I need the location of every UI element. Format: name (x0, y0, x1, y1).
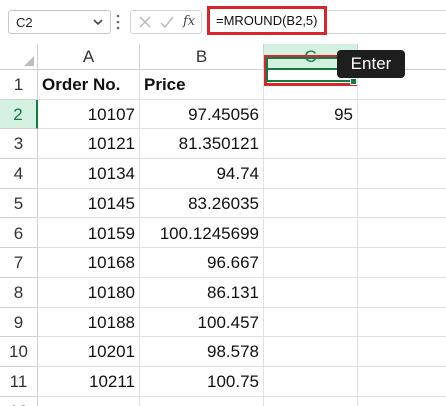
cell-c6[interactable] (264, 218, 358, 249)
cell-d10[interactable] (358, 337, 446, 367)
cell-d2[interactable] (358, 100, 446, 130)
row-header-11[interactable]: 11 (0, 367, 38, 397)
cell-b6[interactable]: 100.1245699 (140, 218, 264, 249)
cancel-icon[interactable] (137, 14, 153, 30)
row-header-7[interactable]: 7 (0, 248, 38, 278)
row-header-3[interactable]: 3 (0, 129, 38, 160)
cell-a4[interactable]: 10134 (38, 159, 140, 189)
row-header-5[interactable]: 5 (0, 188, 38, 219)
select-all-button[interactable] (0, 44, 38, 70)
cell-b2[interactable]: 97.45056 (140, 99, 264, 130)
column-header-b[interactable]: B (140, 44, 264, 70)
check-icon[interactable] (159, 14, 175, 30)
cell-a8[interactable]: 10180 (38, 277, 140, 308)
cell-b10[interactable]: 98.578 (140, 337, 264, 367)
cell-d3[interactable] (358, 129, 446, 160)
formula-input-extension[interactable] (327, 10, 446, 34)
formula-text: =MROUND(B2,5) (216, 13, 318, 28)
cell-a10[interactable]: 10201 (38, 337, 140, 367)
cell-a3[interactable]: 10121 (38, 129, 140, 160)
cell-c12[interactable] (264, 396, 358, 406)
cell-a1[interactable]: Order No. (38, 70, 140, 100)
cell-d8[interactable] (358, 278, 446, 308)
cell-c7[interactable] (264, 248, 358, 278)
cell-d6[interactable] (358, 219, 446, 249)
cell-a5[interactable]: 10145 (38, 188, 140, 219)
cell-a6[interactable]: 10159 (38, 218, 140, 249)
row-header-10[interactable]: 10 (0, 337, 38, 367)
cell-a2[interactable]: 10107 (38, 99, 140, 130)
cell-b4[interactable]: 94.74 (140, 159, 264, 189)
cell-b7[interactable]: 96.667 (140, 248, 264, 278)
row-header-2[interactable]: 2 (0, 99, 38, 130)
cell-c5[interactable] (264, 188, 358, 219)
cell-c8[interactable] (264, 277, 358, 308)
cell-d9[interactable] (358, 308, 446, 338)
cell-d11[interactable] (358, 367, 446, 397)
spreadsheet-grid: A B C 1 Order No. Price 2 10107 97.45056 95 3 10121… (0, 44, 446, 406)
fill-handle[interactable] (350, 78, 357, 85)
row-header-9[interactable]: 9 (0, 307, 38, 338)
cell-c2[interactable]: 95 (264, 99, 358, 130)
cell-c4[interactable] (264, 159, 358, 189)
row-header-8[interactable]: 8 (0, 277, 38, 308)
formula-input[interactable]: =MROUND(B2,5) (207, 6, 327, 35)
cell-c9[interactable] (264, 307, 358, 338)
row-header-12[interactable]: 12 (0, 396, 38, 406)
insert-function-button[interactable]: fx (183, 14, 195, 29)
row-header-4[interactable]: 4 (0, 159, 38, 189)
row-header-6[interactable]: 6 (0, 218, 38, 249)
cell-b5[interactable]: 83.26035 (140, 188, 264, 219)
chevron-down-icon[interactable] (90, 14, 106, 30)
cell-a11[interactable]: 10211 (38, 367, 140, 397)
cell-c3[interactable] (264, 129, 358, 160)
cell-d5[interactable] (358, 189, 446, 219)
cell-b3[interactable]: 81.350121 (140, 129, 264, 160)
name-box-value: C2 (16, 15, 33, 30)
select-all-triangle-icon (24, 56, 34, 66)
column-header-a[interactable]: A (38, 44, 140, 70)
cell-d12[interactable] (358, 397, 446, 406)
cell-a12[interactable] (38, 396, 140, 406)
drag-handle-icon[interactable] (116, 13, 120, 31)
cell-c11[interactable] (264, 367, 358, 397)
name-box[interactable]: C2 (8, 10, 111, 34)
row-header-1[interactable]: 1 (0, 70, 38, 100)
cell-b9[interactable]: 100.457 (140, 307, 264, 338)
cell-b11[interactable]: 100.75 (140, 367, 264, 397)
formula-bar: C2 fx =MROUND(B2,5) (0, 0, 446, 42)
cell-b8[interactable]: 86.131 (140, 277, 264, 308)
cell-b12[interactable] (140, 396, 264, 406)
cell-a9[interactable]: 10188 (38, 307, 140, 338)
formula-buttons: fx (130, 10, 202, 34)
cell-a7[interactable]: 10168 (38, 248, 140, 278)
cell-d4[interactable] (358, 159, 446, 189)
enter-key-tooltip: Enter (337, 50, 405, 78)
cell-d7[interactable] (358, 248, 446, 278)
cell-b1[interactable]: Price (140, 70, 264, 100)
cell-c10[interactable] (264, 337, 358, 367)
